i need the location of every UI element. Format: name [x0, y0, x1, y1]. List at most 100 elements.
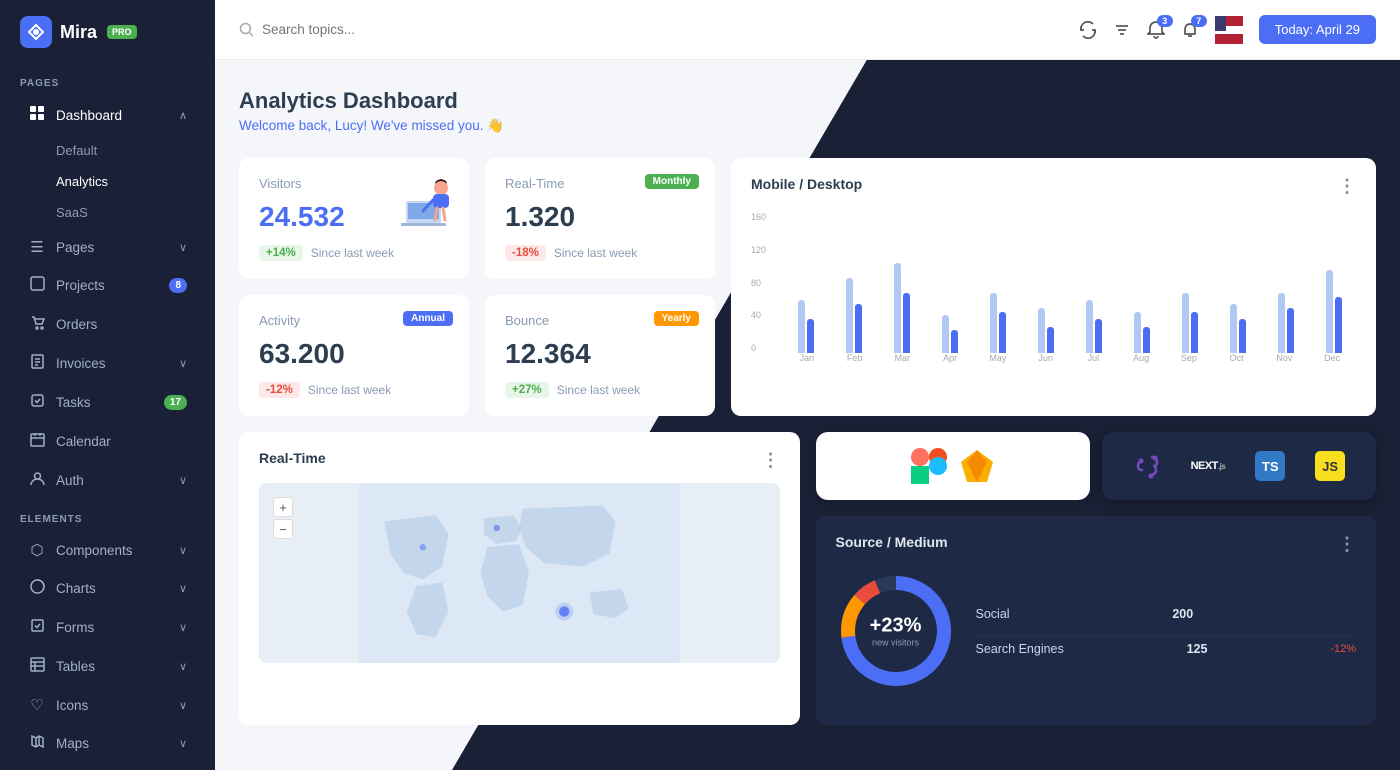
sketch-logo	[959, 448, 995, 484]
map-zoom-out[interactable]: −	[273, 519, 293, 539]
chart-title-light: Mobile / Desktop ⋮	[751, 176, 1356, 197]
social-name: Social	[976, 607, 1010, 621]
chart-menu-btn[interactable]: ⋮	[1338, 176, 1356, 197]
sidebar-item-pages[interactable]: ☰ Pages ∨	[8, 229, 207, 265]
dark-bar-Dec	[1335, 297, 1342, 353]
y-label-80: 80	[751, 279, 781, 288]
activity-footer: -12% Since last week	[259, 382, 449, 398]
sidebar-item-tables[interactable]: Tables ∨	[8, 648, 207, 685]
invoices-chevron: ∨	[179, 357, 187, 370]
realtime-badge: Monthly	[645, 174, 699, 189]
tasks-label: Tasks	[56, 395, 91, 410]
maps-icon	[28, 734, 46, 753]
bounce-footer: +27% Since last week	[505, 382, 695, 398]
realtime-period: Since last week	[554, 246, 637, 260]
section-label-mirapro: MIRA PRO	[0, 763, 215, 770]
analytics-label: Analytics	[56, 174, 108, 189]
sidebar-item-components[interactable]: ⬡ Components ∨	[8, 532, 207, 568]
activity-change: -12%	[259, 382, 300, 398]
icons-chevron: ∨	[179, 699, 187, 712]
middle-stats: Monthly Real-Time 1.320 -18% Since last …	[485, 158, 715, 416]
dark-bar-May	[999, 312, 1006, 353]
activity-badge: Annual	[403, 311, 453, 326]
dark-bar-Mar	[903, 293, 910, 353]
auth-chevron: ∨	[179, 474, 187, 487]
page-header: Analytics Dashboard Welcome back, Lucy! …	[239, 88, 1376, 134]
sync-btn[interactable]	[1079, 21, 1097, 39]
dark-bar-Jul	[1095, 319, 1102, 353]
y-axis: 160 120 80 40 0	[751, 213, 781, 353]
bell-btn[interactable]: 7	[1181, 21, 1199, 39]
auth-icon	[28, 471, 46, 490]
logo-area[interactable]: Mira PRO	[0, 0, 215, 64]
forms-icon	[28, 618, 46, 637]
x-label-Dec: Dec	[1308, 353, 1356, 373]
icons-icon: ♡	[28, 696, 46, 714]
forms-label: Forms	[56, 620, 94, 635]
sidebar-subitem-saas[interactable]: SaaS	[8, 198, 207, 227]
language-selector[interactable]	[1215, 16, 1243, 44]
visitors-change: +14%	[259, 245, 303, 261]
sidebar-item-calendar[interactable]: Calendar	[8, 423, 207, 460]
search-input[interactable]	[262, 22, 482, 37]
auth-label: Auth	[56, 473, 84, 488]
subtitle-suffix: ! We've missed you. 👋	[363, 118, 504, 133]
sidebar-item-charts[interactable]: Charts ∨	[8, 570, 207, 607]
content-wrapper: Analytics Dashboard Welcome back, Lucy! …	[215, 60, 1400, 770]
social-val: 200	[1172, 607, 1193, 621]
sidebar-item-maps[interactable]: Maps ∨	[8, 725, 207, 762]
invoices-icon	[28, 354, 46, 373]
dashboard-label: Dashboard	[56, 108, 122, 123]
sidebar-item-icons[interactable]: ♡ Icons ∨	[8, 687, 207, 723]
charts-icon	[28, 579, 46, 598]
notifications-btn[interactable]: 3	[1147, 21, 1165, 39]
top-header: 3 7 Today: April 29	[215, 0, 1400, 60]
pages-label: Pages	[56, 240, 94, 255]
map-menu-btn[interactable]: ⋮	[762, 450, 780, 471]
sidebar-item-dashboard[interactable]: Dashboard ∧	[8, 96, 207, 134]
bounce-value: 12.364	[505, 338, 695, 370]
design-logos-card	[816, 432, 1090, 500]
bar-chart-container: 160 120 80 40 0 JanFebMarAprMayJ	[751, 213, 1356, 373]
x-label-Aug: Aug	[1117, 353, 1165, 373]
stats-row: Visitors 24.532 +14% Since last week	[239, 158, 1376, 416]
light-bar-May	[990, 293, 997, 353]
sidebar-subitem-analytics[interactable]: Analytics	[8, 167, 207, 196]
sidebar-subitem-default[interactable]: Default	[8, 136, 207, 165]
search-bar[interactable]	[239, 22, 1079, 37]
bars-area	[783, 213, 1356, 353]
activity-value: 63.200	[259, 338, 449, 370]
map-zoom-in[interactable]: +	[273, 497, 293, 517]
map-title: Real-Time	[259, 450, 326, 471]
source-row-social: Social 200	[976, 601, 1357, 627]
sidebar-item-orders[interactable]: Orders	[8, 306, 207, 343]
dark-bar-Jan	[807, 319, 814, 353]
components-icon: ⬡	[28, 541, 46, 559]
chart-title-text: Mobile / Desktop	[751, 176, 862, 197]
tasks-badge: 17	[164, 395, 187, 410]
projects-badge: 8	[169, 278, 187, 293]
x-axis: JanFebMarAprMayJunJulAugSepOctNovDec	[783, 353, 1356, 373]
x-label-Feb: Feb	[831, 353, 879, 373]
js-icon: JS	[1315, 451, 1345, 481]
figma-logo	[911, 448, 947, 484]
activity-period: Since last week	[308, 383, 391, 397]
y-label-40: 40	[751, 311, 781, 320]
dark-bar-Feb	[855, 304, 862, 353]
maps-label: Maps	[56, 736, 89, 751]
sidebar-item-tasks[interactable]: Tasks 17	[8, 384, 207, 421]
default-label: Default	[56, 143, 97, 158]
filter-btn[interactable]	[1113, 21, 1131, 39]
source-menu-btn[interactable]: ⋮	[1338, 534, 1356, 555]
x-label-Apr: Apr	[926, 353, 974, 373]
date-button[interactable]: Today: April 29	[1259, 15, 1376, 44]
sidebar-item-invoices[interactable]: Invoices ∨	[8, 345, 207, 382]
page-subtitle: Welcome back, Lucy! We've missed you. 👋	[239, 118, 504, 134]
map-display: + −	[259, 483, 780, 663]
source-medium-title: Source / Medium ⋮	[836, 534, 1357, 555]
nextjs-label: NEXT.js	[1191, 460, 1226, 472]
icons-label: Icons	[56, 698, 88, 713]
sidebar-item-forms[interactable]: Forms ∨	[8, 609, 207, 646]
sidebar-item-auth[interactable]: Auth ∨	[8, 462, 207, 499]
sidebar-item-projects[interactable]: Projects 8	[8, 267, 207, 304]
